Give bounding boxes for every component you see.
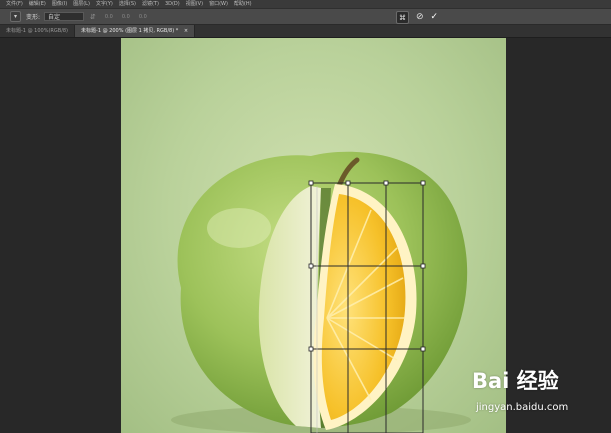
h-distortion-value: 0.0: [121, 13, 130, 20]
menu-edit[interactable]: 编辑(E): [29, 0, 46, 8]
watermark-url: jingyan.baidu.com: [476, 402, 569, 413]
options-bar: ▾ 变形: 自定 ⇵ 0.0 0.0 0.0 ⌘ ⊘ ✓: [0, 8, 611, 25]
warp-tool-icon[interactable]: ▾: [10, 11, 21, 22]
commit-transform-icon[interactable]: ✓: [431, 12, 439, 23]
close-icon[interactable]: ×: [184, 28, 188, 34]
document-tab-bar: 未标题-1 @ 100%(RGB/8) 未标题-1 @ 200% (图层 1 拷…: [0, 25, 611, 38]
v-distortion-value: 0.0: [138, 13, 147, 20]
menu-window[interactable]: 窗口(W): [209, 0, 228, 8]
menu-image[interactable]: 图像(I): [52, 0, 67, 8]
bend-value: 0.0: [104, 13, 113, 20]
tab-label: 未标题-1 @ 100%(RGB/8): [6, 28, 69, 34]
warp-style-select[interactable]: 自定: [44, 12, 85, 21]
menu-view[interactable]: 视图(V): [186, 0, 203, 8]
menu-help[interactable]: 帮助(H): [234, 0, 252, 8]
baidu-jingyan-watermark: Bai 经验 jingyan.baidu.com: [472, 365, 611, 433]
warp-mode-icon[interactable]: ⌘: [396, 11, 409, 24]
warp-label: 变形:: [26, 14, 41, 21]
tab-document-active[interactable]: 未标题-1 @ 200% (图层 1 拷贝, RGB/8) * ×: [75, 25, 196, 37]
orientation-icon: ⇵: [90, 12, 96, 21]
menu-file[interactable]: 文件(F): [6, 0, 23, 8]
cancel-transform-icon[interactable]: ⊘: [416, 12, 424, 23]
menu-bar: 文件(F) 编辑(E) 图像(I) 图层(L) 文字(Y) 选择(S) 滤镜(T…: [0, 0, 611, 8]
menu-filter[interactable]: 滤镜(T): [142, 0, 159, 8]
transform-actions: ⌘ ⊘ ✓: [396, 11, 438, 24]
tab-document-1[interactable]: 未标题-1 @ 100%(RGB/8): [0, 25, 76, 37]
menu-layer[interactable]: 图层(L): [73, 0, 90, 8]
menu-type[interactable]: 文字(Y): [96, 0, 113, 8]
apple-highlight: [207, 208, 271, 248]
watermark-logo: Bai 经验: [472, 369, 559, 393]
document-canvas[interactable]: [121, 38, 506, 433]
menu-select[interactable]: 选择(S): [119, 0, 136, 8]
canvas-image: [171, 151, 471, 433]
tab-label: 未标题-1 @ 200% (图层 1 拷贝, RGB/8) *: [81, 28, 179, 34]
menu-3d[interactable]: 3D(D): [165, 0, 180, 8]
